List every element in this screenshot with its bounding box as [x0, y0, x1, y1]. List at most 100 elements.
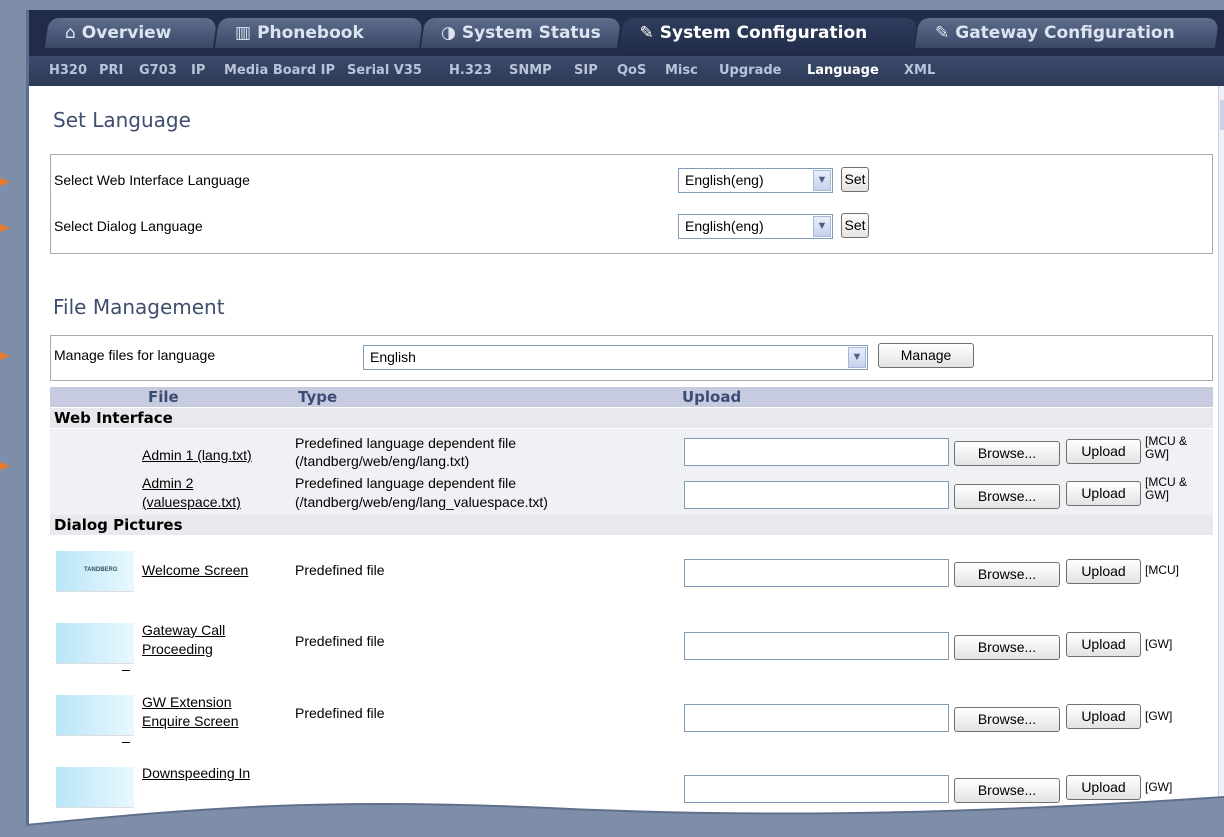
tab-gateway-configuration[interactable]: ✎ Gateway Configuration: [914, 18, 1220, 48]
file-link[interactable]: Welcome Screen: [142, 562, 248, 579]
table-row: Admin 1 (lang.txt) Predefined language d…: [50, 429, 1213, 473]
callout-marker: [0, 462, 10, 470]
manage-files-panel: Manage files for language English ▼ Mana…: [50, 335, 1213, 381]
file-link[interactable]: Admin 2: [142, 475, 193, 492]
main-tab-bar: ⌂ Overview ▥ Phonebook ◑ System Status ✎ Sys…: [29, 10, 1224, 56]
manage-files-label: Manage files for language: [54, 347, 216, 363]
upload-path-input[interactable]: [684, 632, 949, 660]
browse-button[interactable]: Browse...: [954, 562, 1060, 587]
picture-thumbnail: [56, 695, 134, 743]
file-path: (/tandberg/web/eng/lang_valuespace.txt): [295, 494, 548, 510]
manage-button[interactable]: Manage: [878, 343, 974, 368]
section-title-set-language: Set Language: [53, 108, 191, 132]
section-title-file-management: File Management: [53, 295, 225, 319]
header-upload: Upload: [682, 388, 742, 406]
callout-marker: [0, 224, 10, 232]
upload-button[interactable]: Upload: [1066, 632, 1141, 657]
sub-navigation: H320 PRI G703 IP Media Board IP Serial V…: [29, 56, 1224, 86]
file-link[interactable]: (valuespace.txt): [142, 494, 241, 511]
browse-button[interactable]: Browse...: [954, 441, 1060, 466]
vertical-scrollbar[interactable]: [1218, 86, 1224, 837]
tab-system-configuration[interactable]: ✎ System Configuration: [618, 18, 918, 56]
tab-system-status[interactable]: ◑ System Status: [420, 18, 622, 48]
subnav-serial-v35[interactable]: Serial V35: [347, 63, 422, 78]
scope-note: [GW]: [1145, 709, 1173, 723]
file-link[interactable]: Admin 1 (lang.txt): [142, 447, 252, 464]
file-type: Predefined file: [295, 705, 385, 721]
browse-button[interactable]: Browse...: [954, 635, 1060, 660]
set-web-language-button[interactable]: Set: [841, 167, 869, 192]
upload-path-input[interactable]: [684, 438, 949, 466]
subnav-sip[interactable]: SIP: [574, 63, 598, 78]
manage-language-select[interactable]: English ▼: [363, 345, 868, 370]
upload-path-input[interactable]: [684, 481, 949, 509]
page-curl-edge: [26, 796, 1224, 837]
home-icon: ⌂: [65, 23, 76, 43]
dialog-language-label: Select Dialog Language: [54, 218, 203, 234]
header-type: Type: [298, 388, 338, 406]
file-link[interactable]: Proceeding: [142, 641, 213, 658]
subnav-pri[interactable]: PRI: [99, 63, 123, 78]
scope-note: [MCU & GW]: [1145, 475, 1187, 502]
picture-thumbnail: [56, 623, 134, 671]
chevron-down-icon: ▼: [813, 170, 831, 191]
upload-button[interactable]: Upload: [1066, 481, 1141, 506]
chevron-down-icon: ▼: [848, 347, 866, 368]
file-table: File Type Upload Web Interface Admin 1 (…: [50, 387, 1213, 837]
scope-note: [GW]: [1145, 637, 1173, 651]
upload-button[interactable]: Upload: [1066, 439, 1141, 464]
subnav-qos[interactable]: QoS: [617, 63, 646, 78]
file-link[interactable]: Enquire Screen: [142, 713, 239, 730]
group-dialog-pictures: Dialog Pictures: [50, 515, 1213, 535]
wrench-icon: ✎: [935, 23, 950, 43]
scope-note: [MCU & GW]: [1145, 434, 1187, 461]
subnav-xml[interactable]: XML: [904, 63, 935, 78]
upload-path-input[interactable]: [684, 559, 949, 587]
callout-marker: [0, 178, 10, 186]
tab-overview[interactable]: ⌂ Overview: [44, 18, 218, 48]
status-icon: ◑: [441, 23, 456, 43]
set-language-panel: Select Web Interface Language English(en…: [50, 154, 1213, 254]
picture-thumbnail: TANDBERG: [56, 551, 134, 592]
file-type: Predefined file: [295, 633, 385, 649]
subnav-g703[interactable]: G703: [139, 63, 177, 78]
table-row: TANDBERG Welcome Screen Predefined file …: [50, 537, 1213, 609]
file-type: Predefined language dependent file: [295, 435, 517, 451]
subnav-misc[interactable]: Misc: [665, 63, 698, 78]
subnav-h320[interactable]: H320: [49, 63, 87, 78]
set-dialog-language-button[interactable]: Set: [841, 213, 869, 238]
file-path: (/tandberg/web/eng/lang.txt): [295, 453, 470, 469]
subnav-snmp[interactable]: SNMP: [509, 63, 552, 78]
browse-button[interactable]: Browse...: [954, 484, 1060, 509]
file-link[interactable]: Gateway Call: [142, 622, 225, 639]
scrollbar-thumb[interactable]: [1220, 100, 1224, 130]
subnav-ip[interactable]: IP: [191, 63, 205, 78]
upload-path-input[interactable]: [684, 704, 949, 732]
file-link[interactable]: GW Extension: [142, 694, 231, 711]
subnav-h323[interactable]: H.323: [449, 63, 492, 78]
upload-button[interactable]: Upload: [1066, 559, 1141, 584]
callout-marker: [0, 352, 10, 360]
browse-button[interactable]: Browse...: [954, 707, 1060, 732]
table-row: Gateway Call Proceeding Predefined file …: [50, 609, 1213, 681]
file-type: Predefined file: [295, 562, 385, 578]
web-language-select[interactable]: English(eng) ▼: [678, 168, 833, 193]
subnav-language[interactable]: Language: [807, 63, 879, 78]
chevron-down-icon: ▼: [813, 216, 831, 237]
wrench-icon: ✎: [639, 23, 654, 43]
table-header: File Type Upload: [50, 387, 1213, 407]
header-file: File: [148, 388, 179, 406]
table-row: GW Extension Enquire Screen Predefined f…: [50, 681, 1213, 753]
subnav-media-board-ip[interactable]: Media Board IP: [224, 63, 335, 78]
upload-button[interactable]: Upload: [1066, 704, 1141, 729]
table-row: Admin 2 (valuespace.txt) Predefined lang…: [50, 473, 1213, 515]
tab-phonebook[interactable]: ▥ Phonebook: [214, 18, 424, 48]
subnav-upgrade[interactable]: Upgrade: [719, 63, 781, 78]
scope-note: [MCU]: [1145, 563, 1179, 577]
dialog-language-select[interactable]: English(eng) ▼: [678, 214, 833, 239]
file-type: Predefined language dependent file: [295, 475, 517, 491]
group-web-interface: Web Interface: [50, 408, 1213, 428]
browser-content: ⌂ Overview ▥ Phonebook ◑ System Status ✎ Sys…: [26, 10, 1224, 837]
web-language-label: Select Web Interface Language: [54, 172, 250, 188]
phonebook-icon: ▥: [235, 23, 252, 43]
